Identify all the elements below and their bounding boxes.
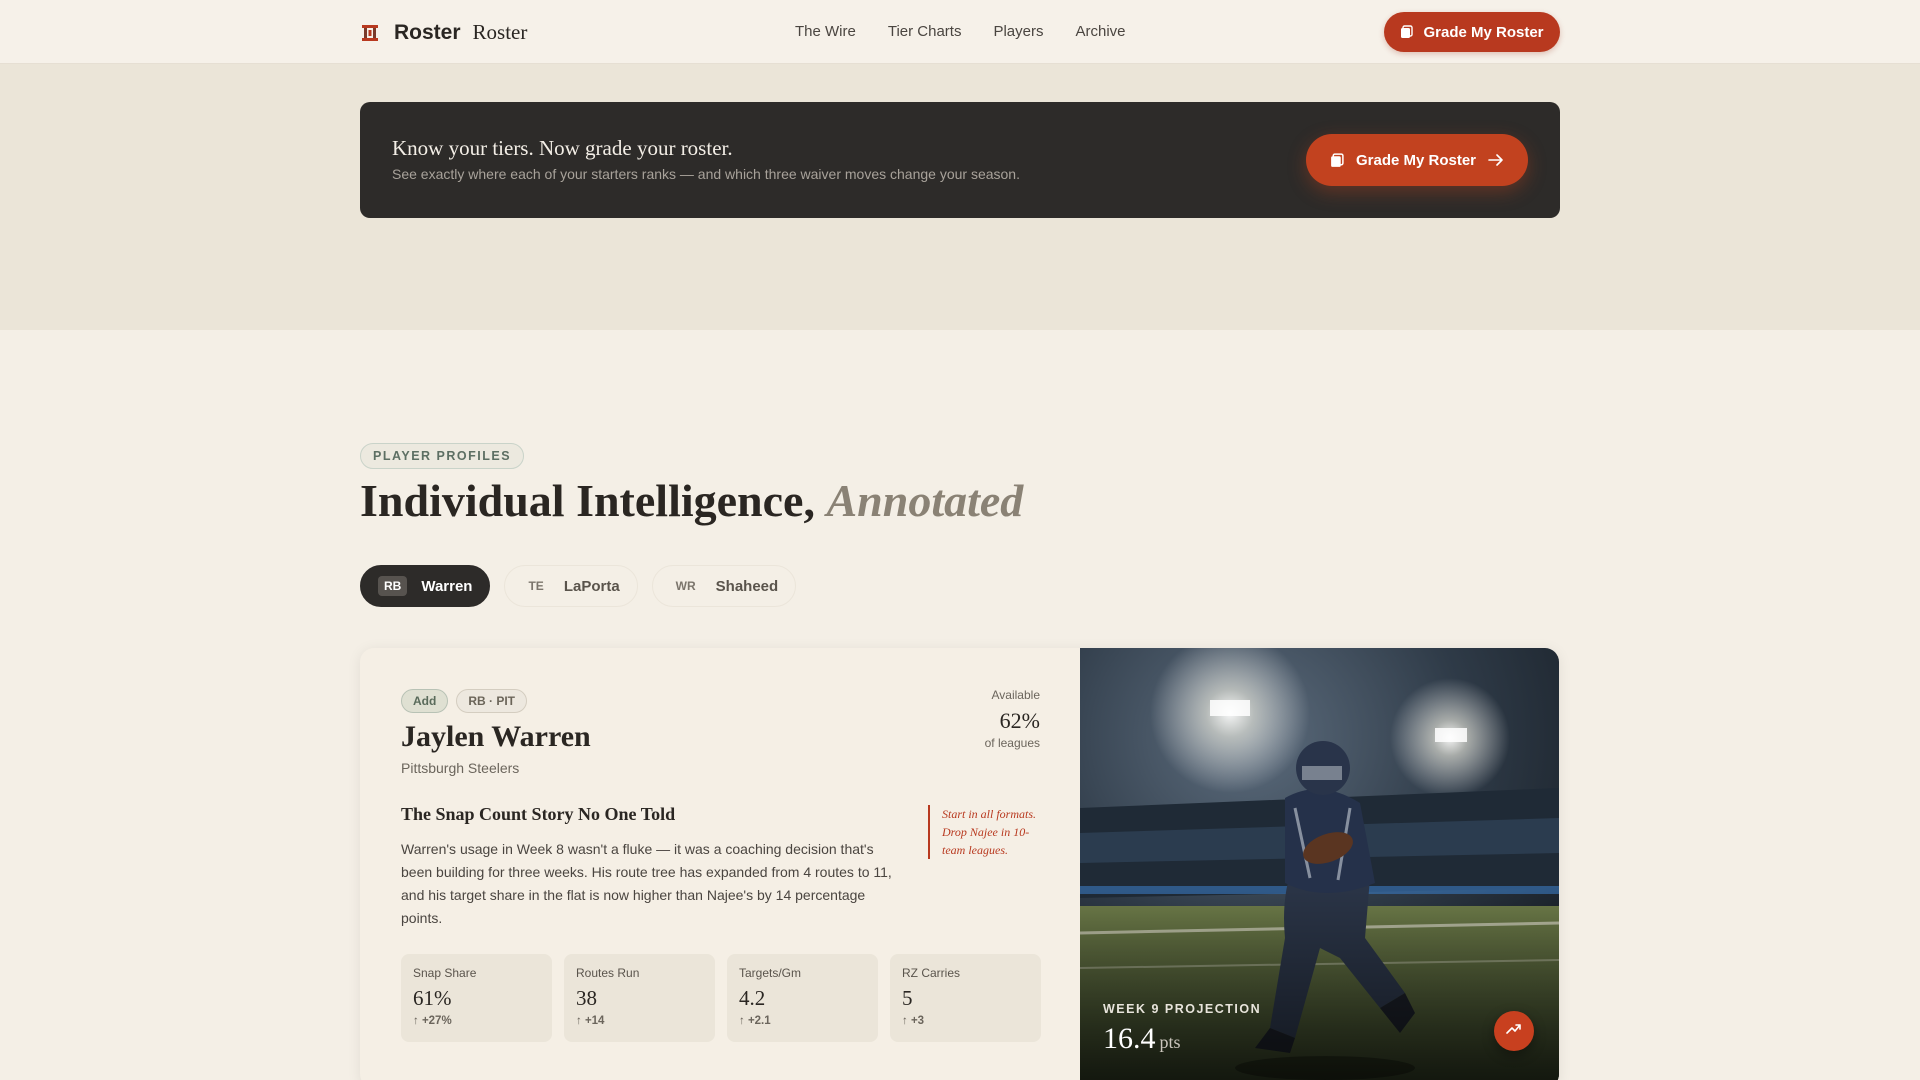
- add-badge[interactable]: Add: [401, 689, 449, 713]
- stat-label: Snap Share: [413, 966, 477, 980]
- nav-link-archive[interactable]: Archive: [1076, 23, 1126, 40]
- nav-links: The Wire Tier Charts Players Archive: [795, 23, 1158, 40]
- arrow-right-icon: [1488, 154, 1504, 166]
- availability-value: 62%: [999, 708, 1040, 733]
- section-title-main: Individual Intelligence,: [360, 475, 815, 526]
- tab-position-badge: WR: [675, 579, 696, 593]
- story-body: Warren's usage in Week 8 wasn't a fluke …: [401, 841, 892, 926]
- tab-warren[interactable]: RB Warren: [360, 565, 491, 607]
- stat-rz-carries: RZ Carries 5 ↑ +3: [890, 954, 1041, 1042]
- stat-value: 61%: [413, 986, 452, 1010]
- availability-sub: of leagues: [984, 736, 1040, 750]
- story-title: The Snap Count Story No One Told: [401, 804, 676, 824]
- projection-value: 16.4 pts: [1103, 1022, 1181, 1056]
- stat-delta: ↑ +14: [576, 1015, 605, 1027]
- tab-label: Shaheed: [715, 577, 779, 595]
- tab-label: Warren: [421, 577, 473, 595]
- tab-position-badge: RB: [378, 576, 408, 596]
- stat-delta: ↑ +3: [902, 1015, 925, 1027]
- trend-button[interactable]: [1494, 1011, 1534, 1051]
- stat-value: 5: [902, 986, 913, 1010]
- tab-shaheed[interactable]: WR Shaheed: [651, 565, 797, 607]
- annotation-note: Start in all formats. Drop Najee in 10-t…: [928, 805, 1040, 859]
- promo-title: Know your tiers. Now grade your roster.: [392, 136, 733, 160]
- availability-label: Available: [991, 688, 1040, 702]
- nav-link-the-wire[interactable]: The Wire: [795, 23, 856, 40]
- availability: Available 62% of leagues: [985, 688, 1040, 750]
- promo-banner: Know your tiers. Now grade your roster. …: [360, 102, 1560, 218]
- player-tabs: RB Warren TE LaPorta WR Shaheed: [360, 565, 810, 607]
- projection-number: 16.4: [1103, 1022, 1156, 1055]
- section-title-accent: Annotated: [826, 475, 1024, 526]
- nav-link-players[interactable]: Players: [993, 23, 1043, 40]
- stat-delta: ↑ +2.1: [739, 1015, 771, 1027]
- stat-grid: Snap Share 61% ↑ +27% Routes Run 38 ↑ +1…: [401, 954, 1053, 1042]
- player-photo: WEEK 9 PROJECTION 16.4 pts: [1080, 648, 1559, 1080]
- player-name: Jaylen Warren: [401, 720, 591, 753]
- tab-position-badge: TE: [528, 579, 544, 593]
- position-team-badge: RB · PIT: [456, 689, 527, 713]
- stat-value: 4.2: [739, 986, 766, 1010]
- projection-label: WEEK 9 PROJECTION: [1103, 1002, 1262, 1016]
- section-tag: PLAYER PROFILES: [360, 443, 525, 469]
- stat-label: Targets/Gm: [739, 966, 802, 980]
- clipboard-icon: [1400, 25, 1414, 39]
- stat-label: RZ Carries: [902, 966, 961, 980]
- grade-roster-nav-button[interactable]: Grade My Roster: [1384, 12, 1560, 52]
- brand-wordmark: Roster: [472, 20, 528, 44]
- grade-roster-promo-label: Grade My Roster: [1355, 151, 1477, 169]
- stat-targets-per-game: Targets/Gm 4.2 ↑ +2.1: [727, 954, 878, 1042]
- stat-routes-run: Routes Run 38 ↑ +14: [564, 954, 715, 1042]
- stat-label: Routes Run: [576, 966, 640, 980]
- grade-roster-promo-button[interactable]: Grade My Roster: [1306, 134, 1528, 186]
- player-badges: Add RB · PIT: [401, 689, 535, 713]
- trending-up-icon: [1506, 1022, 1522, 1040]
- stat-value: 38: [576, 986, 597, 1010]
- top-nav: Roster Roster The Wire Tier Charts Playe…: [0, 0, 1920, 64]
- clipboard-icon: [1330, 152, 1344, 168]
- tab-laporta[interactable]: TE LaPorta: [504, 565, 638, 607]
- section-title: Individual Intelligence, Annotated: [360, 474, 1023, 527]
- tab-label: LaPorta: [563, 577, 620, 595]
- promo-subtitle: See exactly where each of your starters …: [392, 166, 1020, 182]
- grade-roster-nav-label: Grade My Roster: [1423, 23, 1544, 41]
- player-card-details: Add RB · PIT Available 62% of leagues Ja…: [360, 648, 1080, 1080]
- nav-link-tier-charts[interactable]: Tier Charts: [888, 23, 962, 40]
- player-team: Pittsburgh Steelers: [401, 760, 520, 776]
- stat-snap-share: Snap Share 61% ↑ +27%: [401, 954, 552, 1042]
- projection-unit: pts: [1159, 1032, 1181, 1052]
- stat-delta: ↑ +27%: [413, 1015, 452, 1027]
- player-card: Add RB · PIT Available 62% of leagues Ja…: [360, 648, 1559, 1080]
- brand-name: Roster: [394, 20, 461, 44]
- roster-logo-icon: [360, 23, 380, 43]
- brand[interactable]: Roster Roster: [360, 20, 527, 45]
